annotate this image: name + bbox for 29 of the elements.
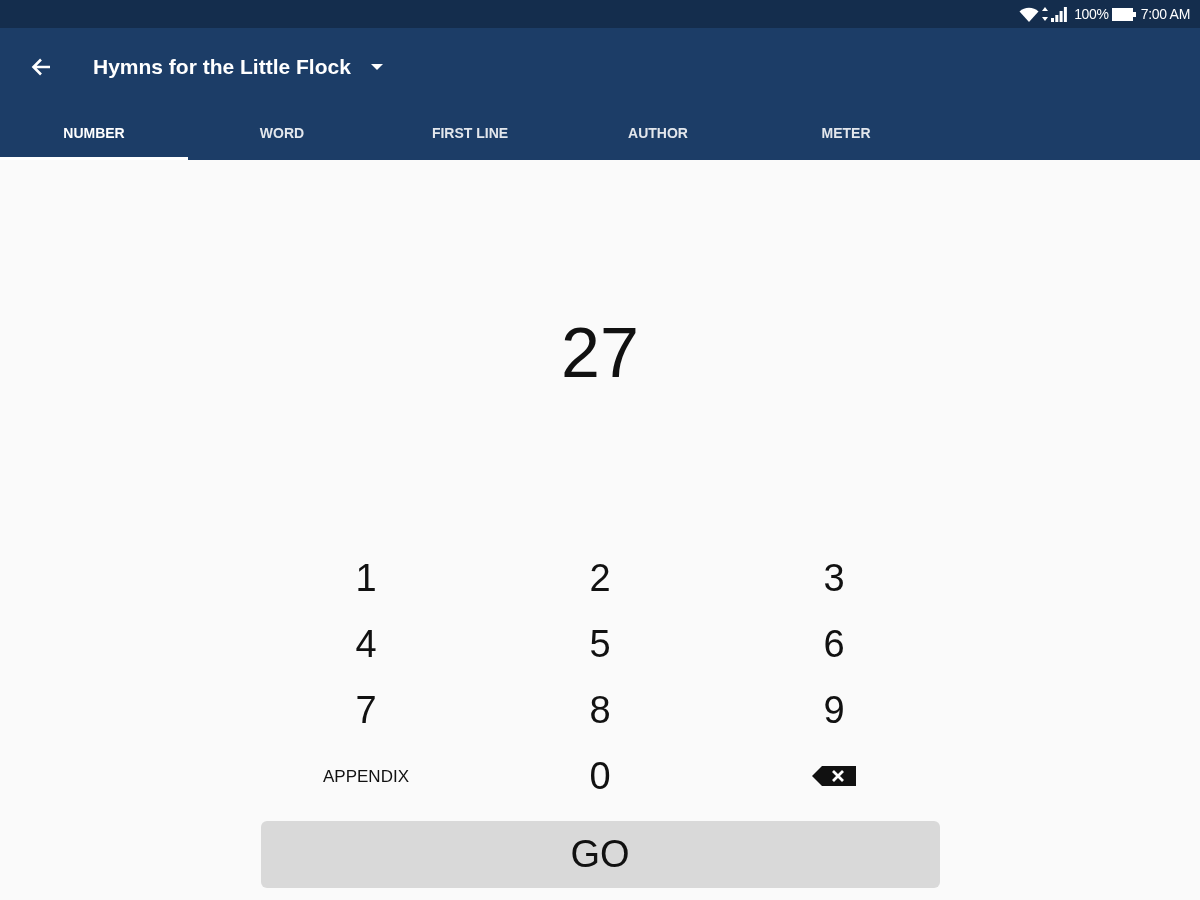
digit-key[interactable]: 4 (345, 621, 387, 667)
wifi-icon (1019, 6, 1040, 22)
appendix-key[interactable]: APPENDIX (313, 763, 419, 789)
battery-percent: 100% (1074, 6, 1109, 22)
digit-key[interactable]: 1 (345, 555, 387, 601)
clock-time: 7:00 AM (1140, 6, 1190, 22)
digit-key[interactable]: 8 (579, 687, 621, 733)
back-arrow-icon (31, 58, 51, 76)
entered-number: 27 (561, 317, 639, 388)
back-button[interactable] (31, 58, 51, 76)
tab[interactable]: AUTHOR (564, 106, 752, 160)
digit-key[interactable]: 6 (813, 621, 855, 667)
digit-key[interactable]: 3 (813, 555, 855, 601)
data-arrows-icon (1042, 7, 1049, 21)
signal-icon (1051, 6, 1068, 22)
tab[interactable]: NUMBER (0, 106, 188, 160)
digit-key[interactable]: 5 (579, 621, 621, 667)
caret-down-icon (370, 64, 383, 70)
tab[interactable]: METER (752, 106, 940, 160)
battery-icon (1111, 7, 1136, 21)
digit-key[interactable]: 7 (345, 687, 387, 733)
title-dropdown[interactable]: Hymns for the Little Flock (93, 55, 383, 79)
backspace-icon (812, 766, 856, 786)
digit-key[interactable]: 9 (813, 687, 855, 733)
digit-key[interactable]: 0 (579, 753, 621, 799)
tab[interactable]: FIRST LINE (376, 106, 564, 160)
digit-key[interactable]: 2 (579, 555, 621, 601)
go-button[interactable]: GO (260, 821, 940, 888)
tab[interactable]: WORD (188, 106, 376, 160)
